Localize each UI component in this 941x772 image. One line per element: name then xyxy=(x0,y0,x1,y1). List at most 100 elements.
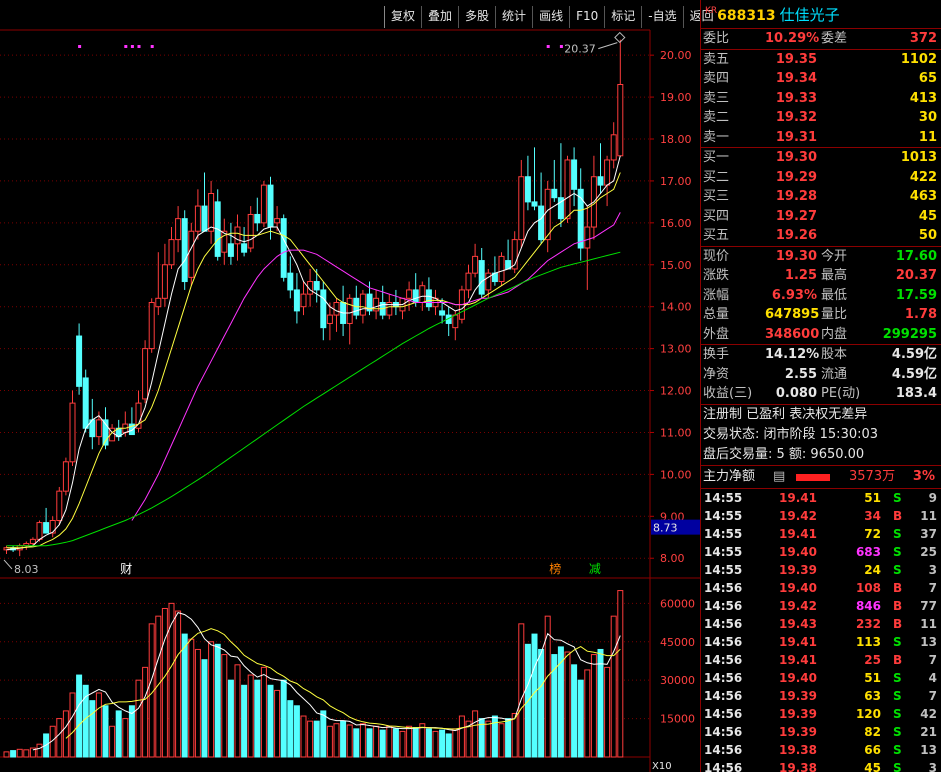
ask-row: 卖五 19.35 1102 xyxy=(701,50,941,70)
event-marker[interactable]: 减 xyxy=(589,562,601,576)
volume-bar xyxy=(333,723,340,758)
volume-bar xyxy=(56,718,63,758)
quote-row-cell: 涨幅 xyxy=(703,287,730,303)
tick-n: 13 xyxy=(920,742,937,757)
volume-bar xyxy=(445,733,452,758)
ask-row-cell: 11 xyxy=(918,129,937,145)
candle-body xyxy=(194,205,201,232)
fund-row-cell: 换手 xyxy=(703,347,730,362)
candle-body xyxy=(571,159,578,190)
kline-chart[interactable]: 20.00 19.00 18.00 17.00 16.00 15.00 14.00 13.00… xyxy=(0,0,700,772)
stock-code[interactable]: 688313 xyxy=(717,8,775,24)
candle-body xyxy=(287,272,294,291)
tick-n: 7 xyxy=(928,688,937,703)
candle-body xyxy=(168,239,175,266)
toolbar-button[interactable]: 画线 xyxy=(532,6,569,28)
quote-list: 现价 19.30 今开 17.60 涨跌 1.25 最高 20.37 涨幅 6.93% 最低 17.5… xyxy=(701,245,941,345)
toolbar-button[interactable]: 标记 xyxy=(604,6,641,28)
tick-n: 11 xyxy=(920,616,937,631)
event-marker[interactable]: 榜 xyxy=(549,561,561,576)
ask-row-cell: 19.31 xyxy=(775,129,817,145)
tick-n: 3 xyxy=(928,562,937,577)
candle-body xyxy=(56,490,63,521)
candle-body xyxy=(260,184,267,224)
fund-row-cell: 14.12% xyxy=(765,347,820,362)
tick-list[interactable]: 14:55 19.41 51 S 9 14:55 19.42 34 B 11 14:55 19.41 7… xyxy=(701,487,941,772)
price-tick-label: 20.00 xyxy=(660,49,692,62)
toolbar-button[interactable]: F10 xyxy=(569,6,604,28)
tick-t: 14:55 xyxy=(704,544,743,559)
tick-d: S xyxy=(893,706,902,721)
fund-row-cell: 4.59亿 xyxy=(891,366,937,382)
tick-row: 14:56 19.42 846 B 77 xyxy=(701,597,941,615)
volume-bar xyxy=(373,725,380,758)
main-flow-row[interactable]: 主力净额 ▤ 3573万 3% xyxy=(701,464,941,488)
tick-row: 14:55 19.40 683 S 25 xyxy=(701,543,941,561)
volume-bar xyxy=(590,654,597,758)
quote-row-cell: 17.60 xyxy=(895,248,937,264)
candle-body xyxy=(524,176,531,203)
candle-body xyxy=(465,272,472,291)
toolbar-button[interactable]: 叠加 xyxy=(421,6,458,28)
volume-bar xyxy=(16,748,23,758)
quote-row: 涨跌 1.25 最高 20.37 xyxy=(701,266,941,286)
list-icon[interactable]: ▤ xyxy=(773,466,785,488)
bid-row-cell: 买一 xyxy=(703,150,730,165)
tick-v: 24 xyxy=(864,562,881,577)
toolbar-button[interactable]: -自选 xyxy=(641,6,682,28)
trade-status: 交易状态: 闭市阶段 15:30:03 xyxy=(703,426,879,442)
ask-row-cell: 卖一 xyxy=(703,129,730,145)
candle-body xyxy=(472,255,479,274)
fund-row: 换手 14.12% 股本 4.59亿 xyxy=(701,345,941,365)
kline-chart-area[interactable]: 20.00 19.00 18.00 17.00 16.00 15.00 14.00 13.00… xyxy=(0,0,714,772)
signal-dot xyxy=(130,45,134,48)
tick-t: 14:56 xyxy=(704,580,743,595)
volume-bar xyxy=(353,728,360,758)
candle-body xyxy=(419,285,426,304)
ask-row: 卖二 19.32 30 xyxy=(701,108,941,128)
chart-toolbar: 复权 叠加 多股 统计 画线 F10 标记 -自选 返回 xyxy=(384,6,720,28)
bid-row-cell: 买五 xyxy=(703,228,730,243)
tick-t: 14:56 xyxy=(704,616,743,631)
toolbar-button[interactable]: 多股 xyxy=(458,6,495,28)
candle-body xyxy=(584,226,591,249)
tick-row: 14:56 19.39 82 S 21 xyxy=(701,723,941,741)
candle-body xyxy=(247,213,254,249)
quote-row-cell: 外盘 xyxy=(703,326,730,342)
volume-bar xyxy=(254,679,261,758)
bid-row-cell: 45 xyxy=(918,208,937,224)
volume-tick-label: 60000 xyxy=(660,597,695,610)
toolbar-button[interactable]: 复权 xyxy=(384,6,421,28)
candle-body xyxy=(333,302,340,316)
volume-bar xyxy=(36,743,43,758)
weibi-value: 10.29% xyxy=(765,31,820,46)
quote-row-cell: 量比 xyxy=(821,307,848,322)
fund-row-cell: PE(动) xyxy=(821,386,861,401)
tick-p: 19.39 xyxy=(779,706,817,721)
fund-row-cell: 收益(三) xyxy=(703,386,753,401)
price-tick-label: 13.00 xyxy=(660,343,692,356)
volume-bar xyxy=(62,710,69,758)
tick-p: 19.42 xyxy=(779,598,817,613)
quote-panel: KR688313 仕佳光子 委比 10.29% 委差 372 卖五 19.35 110… xyxy=(700,0,941,772)
volume-bar xyxy=(109,725,116,758)
tick-d: S xyxy=(893,742,902,757)
event-marker[interactable]: 财 xyxy=(120,562,132,576)
candle-body xyxy=(49,520,56,534)
tick-n: 21 xyxy=(920,724,937,739)
volume-bar xyxy=(386,725,393,758)
volume-bar xyxy=(379,729,386,758)
stock-name[interactable]: 仕佳光子 xyxy=(780,6,840,24)
signal-dot xyxy=(78,45,82,48)
tick-t: 14:55 xyxy=(704,526,743,541)
toolbar-button[interactable]: 统计 xyxy=(495,6,532,28)
fund-row-cell: 183.4 xyxy=(895,386,937,401)
candle-body xyxy=(201,205,208,232)
price-tick-label: 16.00 xyxy=(660,217,692,230)
bid-row-cell: 买四 xyxy=(703,208,730,224)
ask-row-cell: 卖三 xyxy=(703,90,730,106)
high-pointer xyxy=(598,42,618,50)
signal-dot xyxy=(137,45,141,48)
ask-row-cell: 卖五 xyxy=(703,51,730,67)
after-hours-volume: 盘后交易量: 5 额: 9650.00 xyxy=(703,446,865,462)
